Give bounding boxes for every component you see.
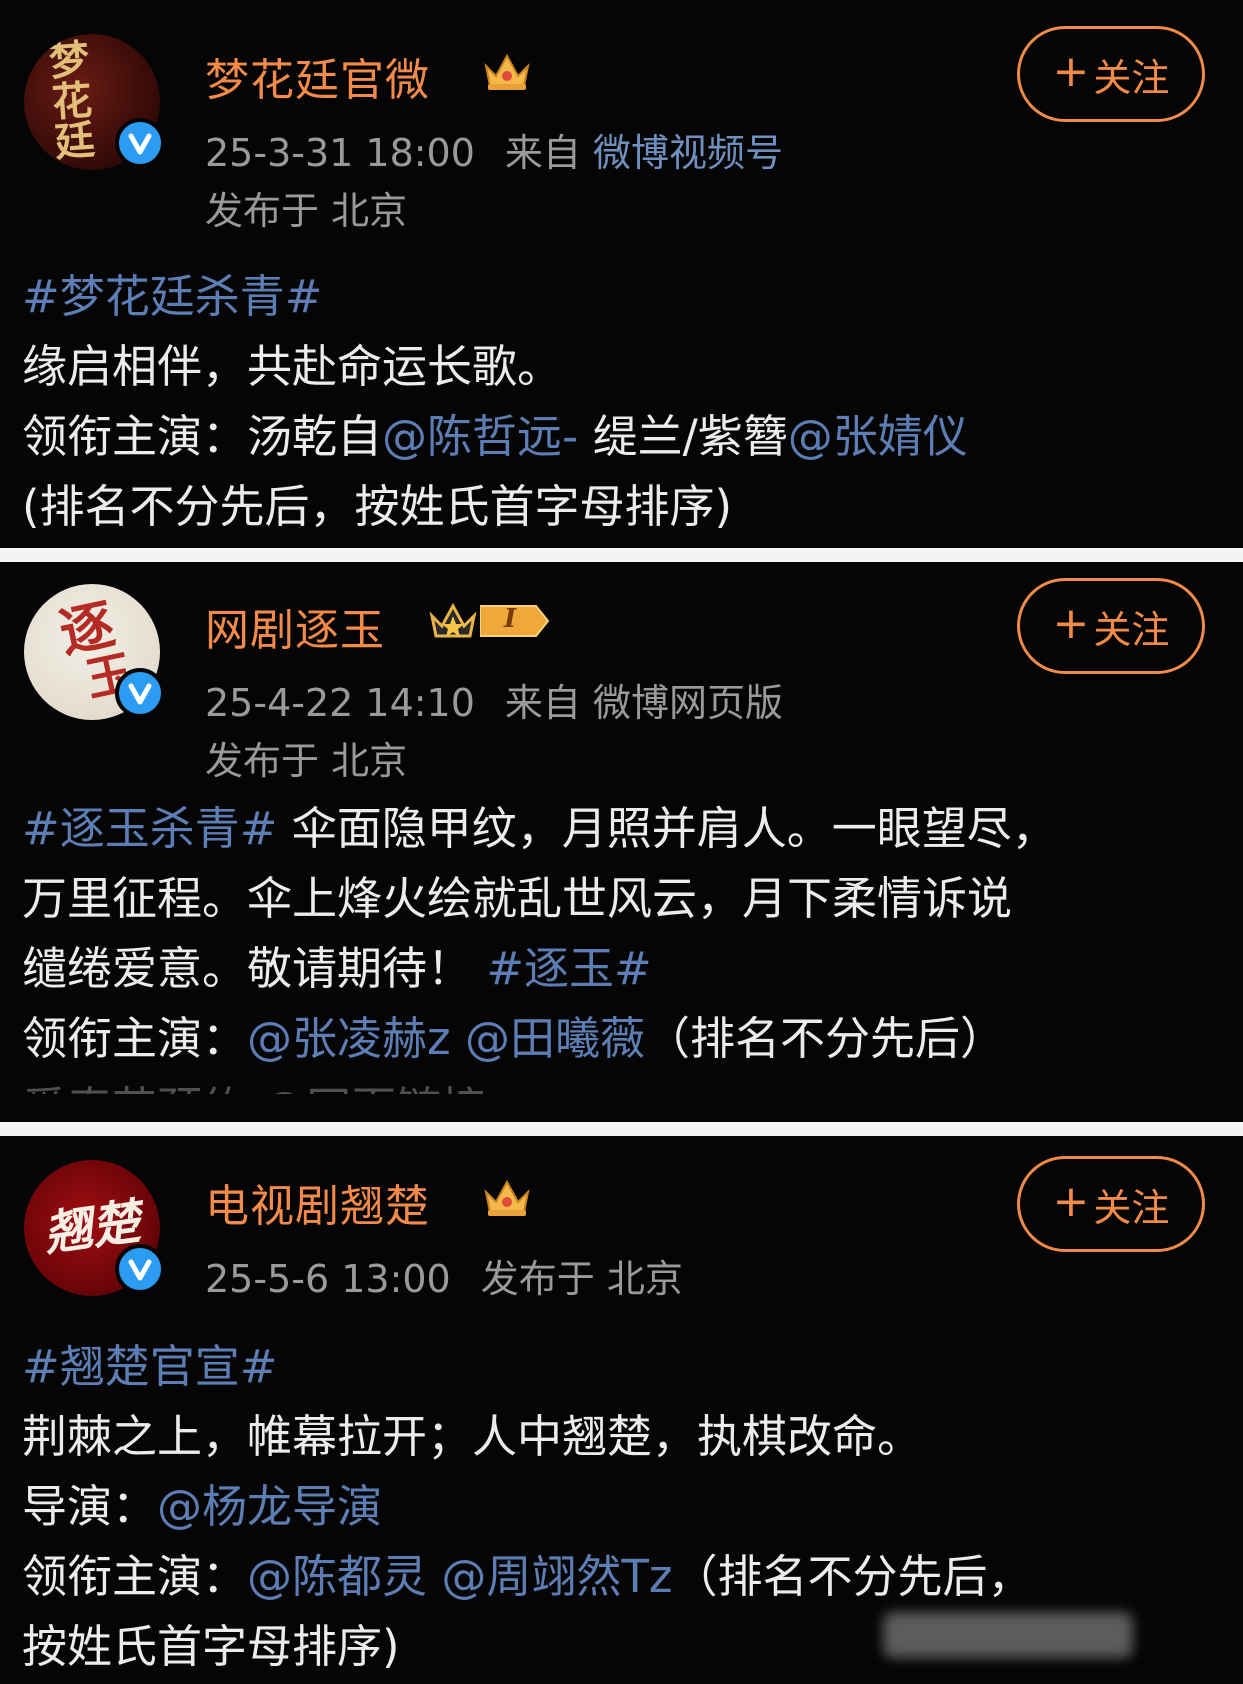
watermark [883, 1612, 1133, 1658]
hashtag-link[interactable]: #逐玉杀青# [22, 802, 277, 855]
director-label: 导演： [22, 1480, 158, 1533]
hashtag-link[interactable]: #逐玉# [486, 942, 651, 995]
source-link[interactable]: 微博视频号 [593, 131, 783, 175]
weibo-post-2: 逐 玉 网剧逐玉 I + 关注 25-4-22 14:10 来自 微博网页版 发布… [0, 562, 1243, 1122]
source-prefix: 来自 [504, 131, 581, 175]
username[interactable]: 电视剧翘楚 [205, 1170, 430, 1234]
body-line: 万里征程。伞上烽火绘就乱世风云，月下柔情诉说 [22, 872, 1013, 925]
mention-link[interactable]: @田曦薇 [465, 1012, 645, 1065]
timestamp: 25-3-31 18:00 [205, 131, 475, 175]
verified-icon [115, 668, 165, 718]
follow-button[interactable]: + 关注 [1017, 26, 1205, 122]
post-meta: 25-4-22 14:10 来自 微博网页版 [205, 672, 783, 727]
crown-icon [429, 602, 477, 638]
location: 发布于 北京 [205, 739, 408, 783]
mention-link[interactable]: @陈哲远- [382, 410, 578, 463]
post-meta: 25-3-31 18:00 来自 微博视频号 [205, 122, 783, 177]
lead-cast-label: 领衔主演： [22, 1550, 248, 1603]
source-prefix: 来自 [504, 681, 581, 725]
divider [0, 1122, 1243, 1136]
lead-cast-label: 领衔主演： [22, 1012, 248, 1065]
role-text: 缇兰/紫簪 [578, 410, 788, 463]
ranking-note: (排名不分先后，按姓氏首字母排序) [22, 480, 733, 533]
avatar-glyph: 廷 [53, 116, 97, 167]
ranking-note: （排名不分先后） [644, 1012, 1005, 1065]
avatar-glyph: 翘 [40, 1199, 96, 1262]
mention-link[interactable]: @张婧仪 [788, 410, 968, 463]
body-line: 荆棘之上，帷幕拉开；人中翘楚，执棋改命。 [22, 1410, 923, 1463]
plus-icon: + [1052, 1176, 1090, 1227]
follow-button[interactable]: + 关注 [1017, 1156, 1205, 1252]
location: 发布于 北京 [480, 1257, 683, 1301]
body-line: 伞面隐甲纹，月照并肩人。一眼望尽， [277, 802, 1057, 855]
plus-icon: + [1052, 46, 1090, 97]
mention-link[interactable]: @张凌赫z [247, 1012, 451, 1065]
follow-button[interactable]: + 关注 [1017, 578, 1205, 674]
follow-label: 关注 [1093, 607, 1170, 652]
post-body: #逐玉杀青# 伞面隐甲纹，月照并肩人。一眼望尽， 万里征程。伞上烽火绘就乱世风云… [22, 794, 1232, 1094]
lead-cast-label: 领衔主演：汤乾自 [22, 410, 383, 463]
post-body: #梦花廷杀青# 缘启相伴，共赴命运长歌。 领衔主演：汤乾自@陈哲远- 缇兰/紫簪… [22, 262, 1232, 542]
body-line: 缘启相伴，共赴命运长歌。 [22, 340, 563, 393]
level-badge-text: I [504, 604, 517, 634]
location: 发布于 北京 [205, 189, 408, 233]
follow-label: 关注 [1093, 1185, 1170, 1230]
crown-icon [484, 1179, 530, 1216]
cut-off-line: 爱奇艺预约 @网页链接 [22, 1074, 1232, 1094]
divider [0, 548, 1243, 562]
ranking-note: （排名不分先后， [672, 1550, 1033, 1603]
mention-link[interactable]: @杨龙导演 [157, 1480, 382, 1533]
verified-icon [115, 1244, 165, 1294]
verified-icon [115, 118, 165, 168]
weibo-post-1: 梦 花 廷 梦花廷官微 + 关注 25-3-31 18:00 来自 微博视频号 发… [0, 0, 1243, 548]
plus-icon: + [1052, 598, 1090, 649]
mention-link[interactable]: @周翊然Tz [441, 1550, 672, 1603]
hashtag-link[interactable]: #翘楚官宣# [22, 1340, 277, 1393]
weibo-post-3: 翘 楚 电视剧翘楚 + 关注 25-5-6 13:00 发布于 北京 #翘楚官宣#… [0, 1136, 1243, 1684]
hashtag-link[interactable]: #梦花廷杀青# [22, 270, 322, 323]
post-meta: 25-5-6 13:00 发布于 北京 [205, 1248, 683, 1303]
source-text: 微博网页版 [593, 681, 784, 725]
follow-label: 关注 [1093, 55, 1170, 100]
username[interactable]: 网剧逐玉 [205, 594, 385, 658]
body-line: 缱绻爱意。敬请期待！ [22, 942, 473, 995]
timestamp: 25-4-22 14:10 [205, 681, 475, 725]
crown-icon [484, 53, 530, 90]
mention-link[interactable]: @陈都灵 [247, 1550, 427, 1603]
level-badge-icon: I [480, 602, 550, 640]
username[interactable]: 梦花廷官微 [205, 44, 430, 108]
timestamp: 25-5-6 13:00 [205, 1257, 451, 1301]
